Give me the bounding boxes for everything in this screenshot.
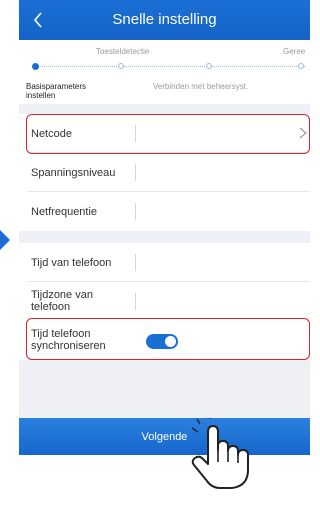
step-dot <box>206 63 212 69</box>
step-label-basic-params: Basisparameters instellen <box>26 82 87 100</box>
next-button-label: Volgende <box>141 430 188 443</box>
voltage-level-row[interactable]: Spanningsniveau <box>19 153 310 192</box>
step-label-ready: Geree <box>283 47 306 56</box>
phone-time-row[interactable]: Tijd van telefoon <box>19 243 310 282</box>
phone-timezone-row[interactable]: Tijdzone van telefoon <box>19 282 310 319</box>
next-button[interactable]: Volgende <box>19 418 310 455</box>
field-separator <box>135 254 136 271</box>
phone-timezone-label: Tijdzone van telefoon <box>31 288 93 313</box>
phone-time-label: Tijd van telefoon <box>31 256 112 269</box>
grid-frequency-row[interactable]: Netfrequentie <box>19 192 310 231</box>
field-separator <box>135 293 136 310</box>
step-label-device-detection: Toesteldetectie <box>96 47 150 56</box>
step-label-management-system: Verbinden met beheersyst. <box>153 82 249 91</box>
step-progress: Toesteldetectie Geree Basisparameters in… <box>19 40 310 104</box>
page-title: Snelle instelling <box>112 11 217 28</box>
sync-time-highlight <box>26 318 310 360</box>
grid-frequency-label: Netfrequentie <box>31 205 98 218</box>
netcode-highlight <box>26 114 310 154</box>
tap-hand-icon <box>188 414 252 490</box>
field-separator <box>135 164 136 181</box>
app-header: Snelle instelling <box>19 0 310 40</box>
pointer-arrow-icon <box>0 230 10 250</box>
step-line <box>33 66 305 67</box>
field-separator <box>135 203 136 220</box>
voltage-level-label: Spanningsniveau <box>31 166 116 179</box>
step-dot <box>118 63 124 69</box>
step-dot-active <box>32 63 39 70</box>
phone-screen: Snelle instelling Toesteldetectie Geree … <box>19 0 310 455</box>
step-dot <box>298 63 304 69</box>
